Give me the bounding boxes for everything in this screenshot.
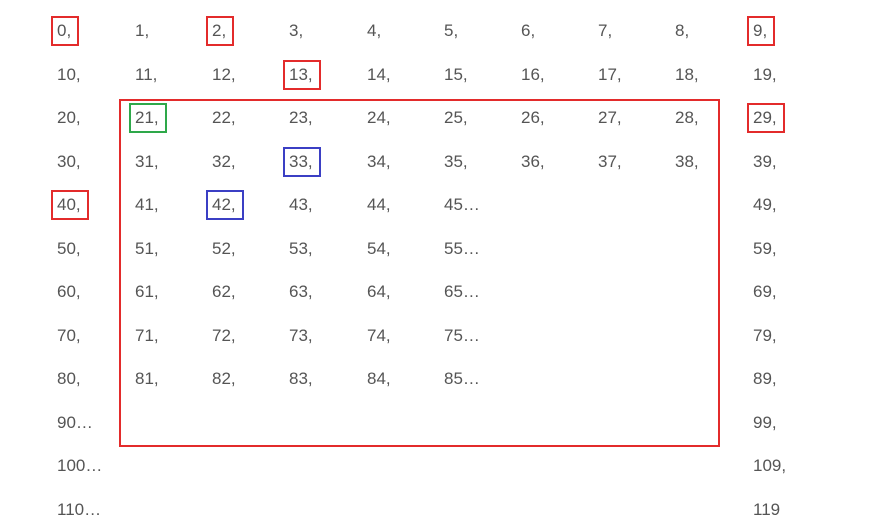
highlight-box-red — [206, 16, 235, 46]
grid-cell: 7, — [598, 21, 613, 40]
grid-cell: 59, — [753, 238, 777, 258]
grid-cell: 69, — [753, 282, 777, 301]
grid-cell: 14, — [367, 64, 391, 84]
grid-cell: 80, — [57, 369, 81, 388]
grid-cell: 12, — [212, 64, 236, 84]
grid-cell: 6, — [521, 21, 536, 40]
grid-cell: 4, — [367, 21, 382, 40]
grid-cell: 3, — [289, 21, 304, 40]
grid-cell: 50, — [57, 238, 81, 258]
grid-cell: 16, — [521, 64, 545, 84]
grid-cell: 79, — [753, 325, 777, 345]
grid-cell: 10, — [57, 64, 81, 84]
highlight-box-red — [747, 16, 776, 46]
grid-cell: 89, — [753, 369, 777, 388]
grid-cell: 90… — [57, 412, 93, 432]
grid-cell: 39, — [753, 151, 777, 171]
highlight-box-red — [51, 190, 89, 220]
highlight-box-red — [283, 59, 321, 90]
grid-cell: 100… — [57, 456, 103, 475]
number-grid: 0, 1, 2, 3, 4, 5, 6, 7, 8, 9, 10, 11, 12, 13, 14, 15, 16… — [0, 0, 873, 532]
grid-cell: 119 — [753, 499, 781, 519]
highlight-box-red — [747, 103, 785, 133]
highlight-box-blue — [283, 146, 321, 177]
grid-cell: 30, — [57, 151, 81, 171]
grid-cell: 8, — [675, 21, 690, 40]
highlight-box-green — [129, 103, 167, 133]
grid-cell: 18, — [675, 64, 699, 84]
grid-cell: 60, — [57, 282, 81, 301]
grid-cell: 20, — [57, 108, 81, 127]
grid-cell: 109, — [753, 456, 787, 475]
highlight-region — [119, 99, 720, 447]
highlight-box-blue — [206, 190, 244, 220]
grid-cell: 1, — [135, 21, 150, 40]
grid-cell: 99, — [753, 412, 777, 432]
grid-cell: 5, — [444, 21, 459, 40]
grid-cell: 19, — [753, 64, 777, 84]
grid-cell: 17, — [598, 64, 622, 84]
grid-cell: 110… — [57, 499, 102, 519]
grid-cell: 49, — [753, 195, 777, 214]
highlight-box-red — [51, 16, 80, 46]
grid-cell: 70, — [57, 325, 81, 345]
grid-cell: 15, — [444, 64, 468, 84]
grid-cell: 11, — [135, 64, 158, 84]
